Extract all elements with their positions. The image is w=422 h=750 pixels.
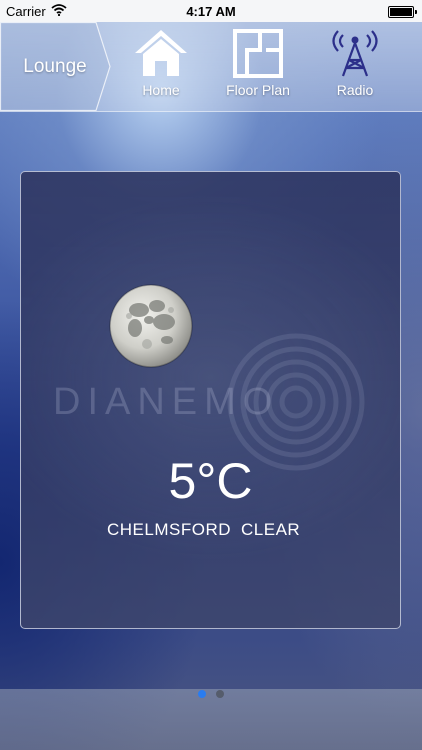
moon-icon [109, 284, 193, 368]
page-indicator-dot[interactable] [216, 690, 224, 698]
home-icon [135, 30, 187, 76]
bottom-bar [0, 689, 422, 750]
battery-icon [388, 6, 417, 18]
clock: 4:17 AM [186, 4, 236, 19]
location-label: CHELMSFORD [107, 520, 232, 539]
top-navigation: Lounge Home Floor Plan Radio [0, 22, 422, 112]
floor-plan-icon [233, 29, 283, 78]
weather-card[interactable]: DIANEMO 5°C CHELMSFORD CLEAR [20, 171, 401, 629]
radio-tower-icon [332, 30, 378, 77]
nav-floor-plan-label: Floor Plan [226, 82, 290, 98]
status-bar: Carrier 4:17 AM [0, 0, 422, 22]
nav-home-label: Home [142, 82, 180, 98]
nav-radio-label: Radio [336, 82, 374, 98]
brand-logo-text: DIANEMO [53, 381, 280, 423]
condition-label: CLEAR [241, 520, 301, 539]
page-indicator-dot-active[interactable] [198, 690, 206, 698]
nav-floor-plan-button[interactable]: Floor Plan [210, 28, 306, 108]
room-name: Lounge [23, 56, 87, 77]
nav-home-button[interactable]: Home [113, 28, 209, 108]
room-selector-button[interactable]: Lounge [0, 22, 111, 111]
nav-radio-button[interactable]: Radio [307, 28, 403, 108]
temperature-readout: 5°C [168, 453, 253, 509]
